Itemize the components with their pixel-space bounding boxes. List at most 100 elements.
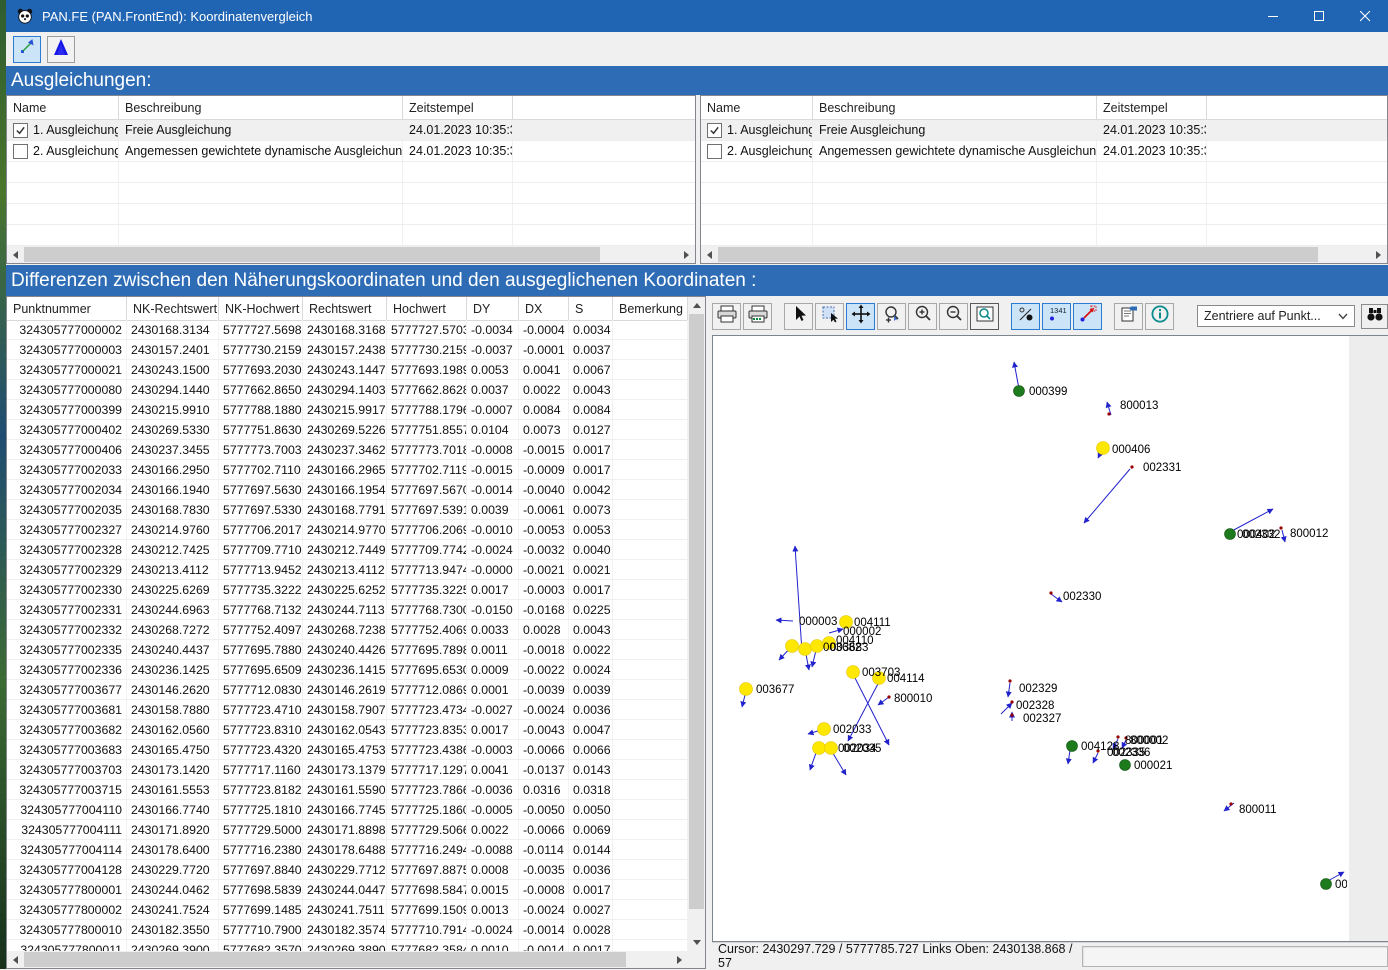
column-header-nkhochwert[interactable]: NK-Hochwert — [219, 297, 303, 320]
close-button[interactable] — [1342, 0, 1388, 32]
diff-table-row[interactable]: 3243057770023352430240.44375777695.78802… — [7, 640, 688, 660]
column-header-dy[interactable]: DY — [467, 297, 519, 320]
toggle-vectors-button[interactable] — [1073, 303, 1102, 330]
diff-table-row[interactable]: 3243057770020352430168.78305777697.53302… — [7, 500, 688, 520]
map-point-green[interactable] — [1225, 529, 1236, 540]
scrollbar-thumb[interactable] — [718, 247, 1318, 262]
zoom-in-button[interactable] — [908, 303, 937, 330]
diff-table-row[interactable]: 3243057770023302430225.62695777735.32222… — [7, 580, 688, 600]
column-header-nkrechtswert[interactable]: NK-Rechtswert — [127, 297, 219, 320]
map-point-yellow[interactable] — [1097, 442, 1110, 455]
toggle-labels-button[interactable]: 1341 — [1042, 303, 1071, 330]
column-header-bemerkung[interactable]: Bemerkung — [613, 297, 688, 320]
map-point-red[interactable] — [1010, 700, 1013, 703]
diff-table-row[interactable]: 3243057770000802430294.14405777662.86502… — [7, 380, 688, 400]
diff-table-row[interactable]: 3243057770037152430161.55535777723.81822… — [7, 780, 688, 800]
expand-compare-button[interactable] — [13, 36, 41, 63]
map-point-red[interactable] — [1010, 713, 1013, 716]
diff-table-row[interactable]: 3243057770023312430244.69635777768.71322… — [7, 600, 688, 620]
adjustment-row[interactable]: 1. AusgleichungFreie Ausgleichung24.01.2… — [7, 120, 695, 141]
column-header-punktnummer[interactable]: Punktnummer — [7, 297, 127, 320]
diff-table-row[interactable]: 3243057770036832430165.47505777723.43202… — [7, 740, 688, 760]
scroll-right-arrow[interactable] — [678, 246, 695, 263]
checkbox-unchecked[interactable] — [707, 144, 722, 159]
diff-table-row[interactable]: 3243057770000022430168.31345777727.56982… — [7, 320, 688, 340]
pan-button[interactable] — [846, 303, 875, 330]
checkbox-checked[interactable] — [13, 123, 28, 138]
diff-table-row[interactable]: 3243057770000032430157.24015777730.21592… — [7, 340, 688, 360]
diff-table-row[interactable]: 3243057770041282430229.77205777697.88402… — [7, 860, 688, 880]
diff-table-row[interactable]: 3243057770036822430162.05605777723.83102… — [7, 720, 688, 740]
diff-table-row[interactable]: 3243057770020332430166.29505777702.71102… — [7, 460, 688, 480]
map-point-red[interactable] — [1229, 802, 1232, 805]
map-point-yellow[interactable] — [813, 742, 826, 755]
horizontal-scrollbar[interactable] — [7, 246, 695, 263]
diff-table-row[interactable]: 3243057778000012430244.04625777698.58392… — [7, 880, 688, 900]
find-point-button[interactable] — [1361, 304, 1388, 329]
diff-table-row[interactable]: 3243057770000212430243.15005777693.20302… — [7, 360, 688, 380]
column-header-dx[interactable]: DX — [519, 297, 569, 320]
diff-table-row[interactable]: 3243057778000022430241.75245777699.14852… — [7, 900, 688, 920]
diff-table-row[interactable]: 3243057770023272430214.97605777706.20172… — [7, 520, 688, 540]
diff-table-row[interactable]: 3243057770023322430268.72725777752.40972… — [7, 620, 688, 640]
diff-table-row[interactable]: 3243057770036772430146.26205777712.08302… — [7, 680, 688, 700]
select-button[interactable] — [784, 303, 813, 330]
map-panel[interactable]: 0003998000130004060023310004020023328000… — [712, 335, 1388, 942]
scrollbar-thumb[interactable] — [24, 247, 600, 262]
map-point-yellow[interactable] — [811, 640, 824, 653]
column-header[interactable]: Zeitstempel — [403, 96, 513, 119]
zoom-select-button[interactable] — [877, 303, 906, 330]
zoom-out-button[interactable] — [939, 303, 968, 330]
diff-table-row[interactable]: 3243057770041142430178.64005777716.23802… — [7, 840, 688, 860]
adjustment-row[interactable]: 1. AusgleichungFreie Ausgleichung24.01.2… — [701, 120, 1387, 141]
map-point-yellow[interactable] — [847, 666, 860, 679]
map-point-yellow[interactable] — [825, 742, 838, 755]
minimize-button[interactable] — [1250, 0, 1296, 32]
scroll-left-arrow[interactable] — [701, 246, 718, 263]
map-point-yellow[interactable] — [786, 640, 799, 653]
map-point-red[interactable] — [1008, 679, 1011, 682]
toggle-points-button[interactable] — [1011, 303, 1040, 330]
column-header[interactable]: Zeitstempel — [1097, 96, 1207, 119]
scroll-down-arrow[interactable] — [688, 934, 705, 951]
diff-table-row[interactable]: 3243057770023282430212.74255777709.77102… — [7, 540, 688, 560]
map-point-red[interactable] — [1049, 591, 1052, 594]
scroll-left-arrow[interactable] — [7, 951, 24, 968]
checkbox-unchecked[interactable] — [13, 144, 28, 159]
map-point-red[interactable] — [1107, 412, 1110, 415]
column-header[interactable]: Beschreibung — [813, 96, 1097, 119]
scroll-up-arrow[interactable] — [688, 297, 705, 314]
diff-table-row[interactable]: 3243057770037032430173.14205777717.11602… — [7, 760, 688, 780]
adjustment-row[interactable]: 2. AusgleichungAngemessen gewichtete dyn… — [701, 141, 1387, 162]
diff-table-row[interactable]: 3243057770020342430166.19405777697.56302… — [7, 480, 688, 500]
vertical-scrollbar[interactable] — [688, 297, 705, 951]
diff-table-row[interactable]: 3243057778000112430269.39005777682.35702… — [7, 940, 688, 951]
map-point-yellow[interactable] — [799, 643, 812, 656]
zoom-window-button[interactable] — [970, 303, 999, 330]
column-header-hochwert[interactable]: Hochwert — [387, 297, 467, 320]
column-header[interactable]: Name — [7, 96, 119, 119]
column-header-s[interactable]: S — [569, 297, 613, 320]
diff-table-row[interactable]: 3243057770023362430236.14255777695.65092… — [7, 660, 688, 680]
scroll-left-arrow[interactable] — [7, 246, 24, 263]
column-header[interactable] — [513, 96, 695, 119]
column-header[interactable]: Beschreibung — [119, 96, 403, 119]
diff-table-row[interactable]: 3243057770036812430158.78805777723.47102… — [7, 700, 688, 720]
map-point-green[interactable] — [1120, 760, 1131, 771]
scroll-right-arrow[interactable] — [1370, 246, 1387, 263]
diff-table-row[interactable]: 3243057770004022430269.53305777751.86302… — [7, 420, 688, 440]
scrollbar-thumb[interactable] — [24, 952, 626, 967]
column-header-rechtswert[interactable]: Rechtswert — [303, 297, 387, 320]
map-point-green[interactable] — [1321, 879, 1332, 890]
column-header[interactable] — [1207, 96, 1387, 119]
map-point-red[interactable] — [1116, 735, 1119, 738]
diff-table-row[interactable]: 3243057778000102430182.35505777710.79002… — [7, 920, 688, 940]
scrollbar-thumb[interactable] — [689, 314, 704, 909]
map-point-yellow[interactable] — [818, 723, 831, 736]
horizontal-scrollbar[interactable] — [7, 951, 688, 968]
properties-button[interactable] — [1114, 303, 1143, 330]
scroll-right-arrow[interactable] — [671, 951, 688, 968]
map-point-red[interactable] — [1130, 465, 1133, 468]
horizontal-scrollbar[interactable] — [701, 246, 1387, 263]
histogram-button[interactable] — [47, 36, 75, 63]
